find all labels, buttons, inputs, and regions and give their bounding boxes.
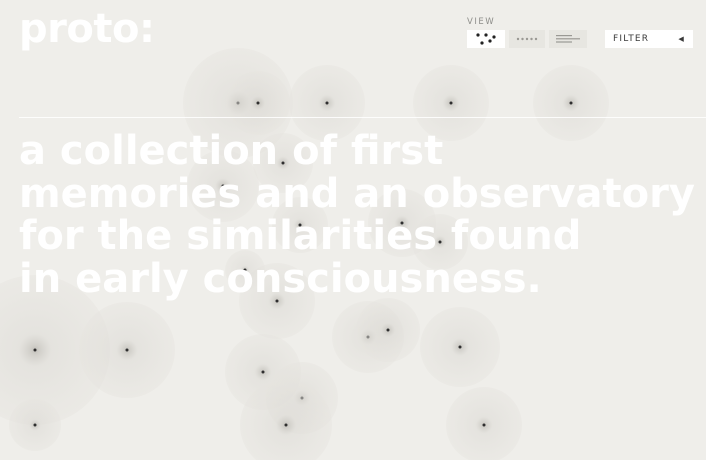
scatter-dots-icon bbox=[476, 33, 496, 45]
memory-dot bbox=[125, 348, 129, 352]
memory-dot bbox=[449, 101, 453, 105]
caret-left-icon: ◀ bbox=[678, 35, 685, 43]
memory-node[interactable] bbox=[446, 387, 522, 460]
memory-dot bbox=[325, 101, 329, 105]
logo[interactable]: proto: bbox=[19, 6, 155, 52]
tagline-line: for the similarities found bbox=[19, 213, 582, 259]
tagline: a collection of first memories and an ob… bbox=[19, 130, 695, 300]
view-list-button[interactable] bbox=[549, 30, 587, 48]
memory-node[interactable] bbox=[226, 71, 290, 135]
memory-node[interactable] bbox=[420, 307, 500, 387]
lines-icon bbox=[556, 35, 580, 43]
tagline-line: a collection of first bbox=[19, 128, 444, 174]
dot-row-icon bbox=[516, 37, 538, 41]
filter-button[interactable]: FILTER ◀ bbox=[605, 30, 693, 48]
tagline-line: memories and an observatory bbox=[19, 170, 695, 217]
memory-dot bbox=[33, 348, 37, 352]
memory-dot bbox=[482, 423, 486, 427]
memory-dot bbox=[458, 345, 462, 349]
view-grid-button[interactable] bbox=[509, 30, 545, 48]
memory-dot bbox=[386, 328, 390, 332]
header-divider bbox=[19, 117, 706, 118]
filter-label: FILTER bbox=[613, 34, 650, 44]
memory-dot bbox=[33, 423, 37, 427]
memory-dot bbox=[256, 101, 260, 105]
tagline-line: in early consciousness. bbox=[19, 255, 542, 302]
memory-node[interactable] bbox=[356, 298, 420, 362]
view-label: VIEW bbox=[467, 17, 496, 27]
memory-dot bbox=[569, 101, 573, 105]
memory-node[interactable] bbox=[79, 302, 175, 398]
memory-node[interactable] bbox=[9, 399, 61, 451]
memory-dot bbox=[284, 423, 288, 427]
view-map-button[interactable] bbox=[467, 30, 505, 48]
memory-dot bbox=[261, 370, 265, 374]
